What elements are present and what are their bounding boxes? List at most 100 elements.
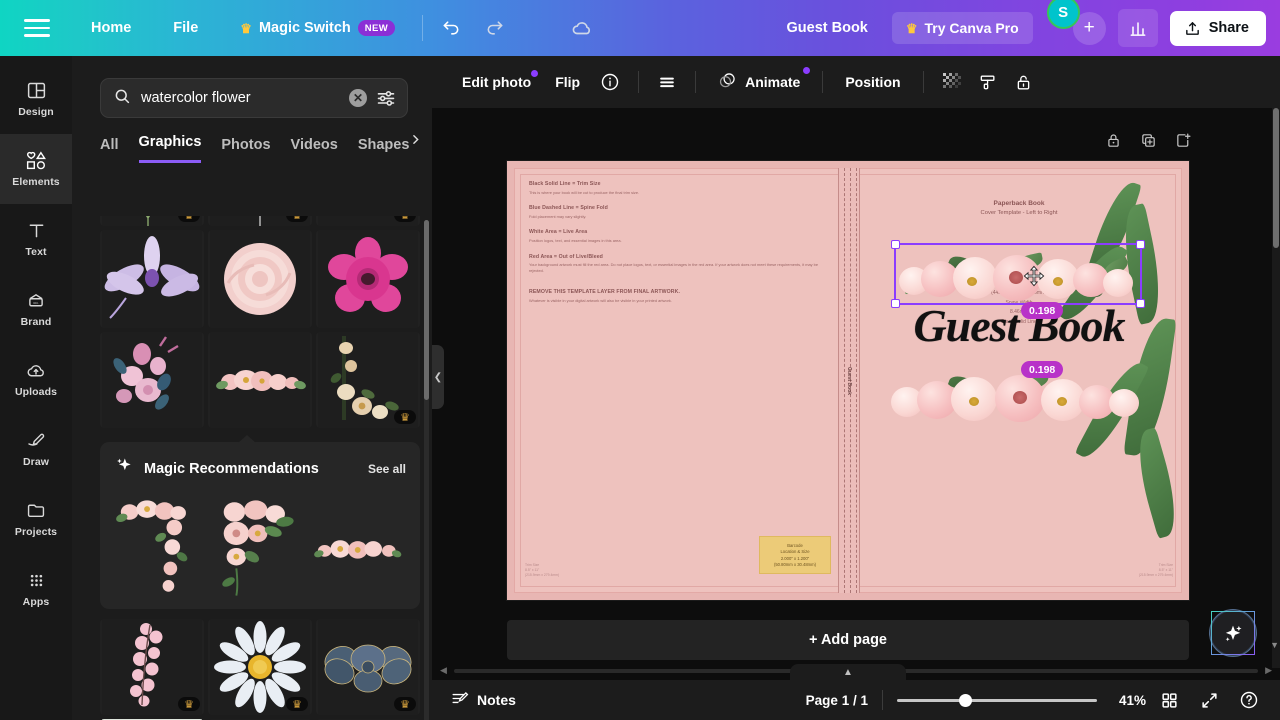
magic-switch-label: Magic Switch <box>258 20 351 36</box>
search-input[interactable] <box>141 90 349 106</box>
paint-roller-icon[interactable] <box>970 64 1006 100</box>
sidebar-item-design[interactable]: Design <box>0 64 72 134</box>
cloud-saved-icon[interactable] <box>563 9 601 47</box>
svg-text:co.: co. <box>33 300 38 305</box>
file-menu-button[interactable]: File <box>160 13 211 43</box>
brand-card-icon: co. <box>29 293 43 307</box>
avatar[interactable]: S <box>1046 0 1080 29</box>
list-item[interactable] <box>100 332 204 428</box>
grid-view-icon[interactable] <box>1152 683 1186 717</box>
bottom-bar: Notes Page 1 / 1 41% <box>432 680 1280 720</box>
sidebar-item-apps[interactable]: Apps <box>0 554 72 624</box>
filter-sliders-icon[interactable] <box>375 87 397 109</box>
tab-graphics[interactable]: Graphics <box>138 134 202 163</box>
template-body: Your background artwork must fill the re… <box>529 262 818 273</box>
list-item[interactable] <box>100 230 204 328</box>
list-item[interactable] <box>316 230 420 328</box>
info-circle-icon[interactable] <box>592 64 628 100</box>
magic-recommendations-title: Magic Recommendations <box>144 460 319 477</box>
tab-all[interactable]: All <box>100 137 119 163</box>
share-button[interactable]: Share <box>1169 10 1266 46</box>
elements-panel: ✕ All Graphics Photos Videos Shapes <box>72 56 432 720</box>
list-item[interactable]: ♛ <box>316 216 420 226</box>
list-item[interactable]: ♛ <box>100 619 204 715</box>
redo-icon[interactable] <box>476 9 514 47</box>
flip-button[interactable]: Flip <box>543 66 592 98</box>
insights-button[interactable] <box>1117 9 1158 47</box>
list-item[interactable] <box>213 495 306 599</box>
cover-heading: Paperback Book <box>993 200 1045 207</box>
list-item[interactable]: ♛ <box>100 216 204 226</box>
template-instructions: Black Solid Line = Trim Size This is whe… <box>529 181 829 314</box>
page-indicator: Page 1 / 1 <box>805 692 868 708</box>
sidebar-item-projects[interactable]: Projects <box>0 484 72 554</box>
page-tools <box>1105 132 1192 154</box>
see-all-link[interactable]: See all <box>368 462 406 476</box>
undo-icon[interactable] <box>432 9 470 47</box>
tab-photos[interactable]: Photos <box>221 137 270 163</box>
sparkle-icon <box>114 456 134 481</box>
help-circle-icon[interactable] <box>1232 683 1266 717</box>
add-page-button[interactable]: + Add page <box>507 620 1189 660</box>
notes-button[interactable]: Notes <box>450 689 516 711</box>
chevron-right-icon[interactable] <box>409 133 422 151</box>
design-title[interactable]: Guest Book <box>773 13 882 43</box>
crown-icon: ♛ <box>286 697 308 711</box>
zoom-slider-knob[interactable] <box>958 693 972 707</box>
template-heading: REMOVE THIS TEMPLATE LAYER FROM FINAL AR… <box>529 289 680 296</box>
sidebar-item-text[interactable]: Text <box>0 204 72 274</box>
lock-icon[interactable] <box>1105 132 1122 154</box>
toolbar-divider <box>881 690 883 710</box>
duplicate-page-icon[interactable] <box>1140 132 1157 154</box>
tab-videos[interactable]: Videos <box>291 137 338 163</box>
result-row: ♛ ♛ ♛ <box>72 216 432 230</box>
list-item[interactable] <box>313 495 406 599</box>
template-heading: Blue Dashed Line = Spine Fold <box>529 205 608 212</box>
barcode-line-3: 2.000" x 1.200" <box>780 555 810 561</box>
edit-photo-button[interactable]: Edit photo <box>450 66 543 98</box>
fullscreen-icon[interactable] <box>1192 683 1226 717</box>
list-item[interactable] <box>114 495 207 599</box>
collapse-panel-handle[interactable]: ❮ <box>432 345 444 409</box>
magic-switch-button[interactable]: ♛ Magic Switch NEW <box>227 13 408 44</box>
list-item[interactable] <box>208 230 312 328</box>
home-button[interactable]: Home <box>78 13 144 43</box>
transparency-checker-icon[interactable] <box>934 64 970 100</box>
add-page-icon[interactable] <box>1175 132 1192 154</box>
zoom-level-label[interactable]: 41% <box>1119 693 1146 708</box>
sidebar-item-draw[interactable]: Draw <box>0 414 72 484</box>
design-page[interactable]: Guest Book Black Solid Line = Trim Size … <box>507 161 1189 600</box>
panel-scrollbar[interactable] <box>424 220 429 720</box>
list-item[interactable]: ♛ <box>208 619 312 715</box>
cover-title-text[interactable]: Guest Book <box>859 303 1179 349</box>
hamburger-icon[interactable] <box>22 16 52 40</box>
animate-button[interactable]: Animate <box>706 63 812 101</box>
search-box[interactable]: ✕ <box>100 78 408 118</box>
lock-open-icon[interactable] <box>1006 64 1042 100</box>
list-item[interactable]: ♛ <box>208 216 312 226</box>
scroll-down-arrow[interactable]: ▼ <box>1270 640 1279 650</box>
sidebar-item-elements[interactable]: Elements <box>0 134 72 204</box>
clear-x-icon[interactable]: ✕ <box>349 89 367 107</box>
template-body: Fold placement may vary slightly. <box>529 213 587 219</box>
scroll-right-arrow[interactable]: ▶ <box>1265 665 1272 676</box>
toolbar-divider <box>922 71 924 93</box>
chevron-up-icon[interactable]: ▲ <box>790 664 906 680</box>
scroll-left-arrow[interactable]: ◀ <box>440 665 447 676</box>
template-heading: Black Solid Line = Trim Size <box>529 181 601 187</box>
position-button[interactable]: Position <box>833 66 912 98</box>
magic-studio-button[interactable] <box>1211 611 1255 655</box>
sidebar-item-brand[interactable]: co. Brand <box>0 274 72 344</box>
canvas-vertical-scrollbar[interactable] <box>1272 108 1280 668</box>
tab-shapes[interactable]: Shapes <box>358 137 410 163</box>
list-item[interactable] <box>208 332 312 428</box>
list-item[interactable]: ♛ <box>316 619 420 715</box>
search-results[interactable]: ♛ ♛ ♛ ♛ Magic Recommendations See all ♛ … <box>72 216 432 720</box>
crown-icon: ♛ <box>394 697 416 711</box>
sidebar-item-uploads[interactable]: Uploads <box>0 344 72 414</box>
zoom-slider[interactable] <box>896 692 1097 708</box>
align-lines-icon[interactable] <box>649 64 685 100</box>
list-item[interactable]: ♛ <box>316 332 420 428</box>
template-body: Position logos, text, and essential imag… <box>529 237 622 243</box>
try-canva-pro-button[interactable]: ♛ Try Canva Pro <box>891 12 1033 44</box>
